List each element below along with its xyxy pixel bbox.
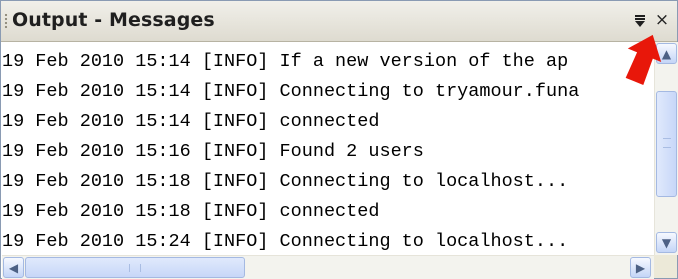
log-output-area[interactable]: . . . 19 Feb 2010 15:14 [INFO] If a new … xyxy=(2,42,653,254)
chevron-down-icon: ▼ xyxy=(661,235,672,250)
log-line: 19 Feb 2010 15:18 [INFO] connected xyxy=(2,201,380,222)
chevron-right-icon: ▶ xyxy=(635,260,646,275)
log-line: 19 Feb 2010 15:14 [INFO] Connecting to t… xyxy=(2,81,580,102)
dropdown-menu-button[interactable] xyxy=(631,11,649,31)
log-line: 19 Feb 2010 15:18 [INFO] Connecting to l… xyxy=(2,171,569,192)
thumb-grip-icon xyxy=(663,138,671,148)
panel-title: Output - Messages xyxy=(12,9,215,31)
output-messages-panel: Output - Messages × . . . 19 Feb 2010 15… xyxy=(0,0,678,279)
scrollbar-corner xyxy=(654,255,677,278)
red-arrow-annotation-icon xyxy=(625,34,662,85)
log-line: 19 Feb 2010 15:24 [INFO] Connecting to l… xyxy=(2,231,569,252)
drag-grip-icon[interactable] xyxy=(4,13,8,29)
log-line: 19 Feb 2010 15:14 [INFO] If a new versio… xyxy=(2,51,569,72)
scroll-right-button[interactable]: ▶ xyxy=(630,257,651,278)
vertical-scroll-thumb[interactable] xyxy=(656,91,677,197)
close-button[interactable]: × xyxy=(653,10,671,30)
chevron-left-icon: ◀ xyxy=(8,260,19,275)
scroll-left-button[interactable]: ◀ xyxy=(3,257,24,278)
horizontal-scroll-thumb[interactable] xyxy=(25,257,245,278)
close-icon: × xyxy=(654,10,670,30)
dropdown-menu-icon xyxy=(635,15,645,27)
log-line: 19 Feb 2010 15:16 [INFO] Found 2 users xyxy=(2,141,424,162)
scroll-down-button[interactable]: ▼ xyxy=(656,232,677,253)
thumb-grip-icon xyxy=(129,264,141,272)
panel-titlebar[interactable]: Output - Messages × xyxy=(1,1,677,42)
horizontal-scrollbar[interactable]: ◀ ▶ xyxy=(2,255,654,279)
log-line: 19 Feb 2010 15:14 [INFO] connected xyxy=(2,111,380,132)
